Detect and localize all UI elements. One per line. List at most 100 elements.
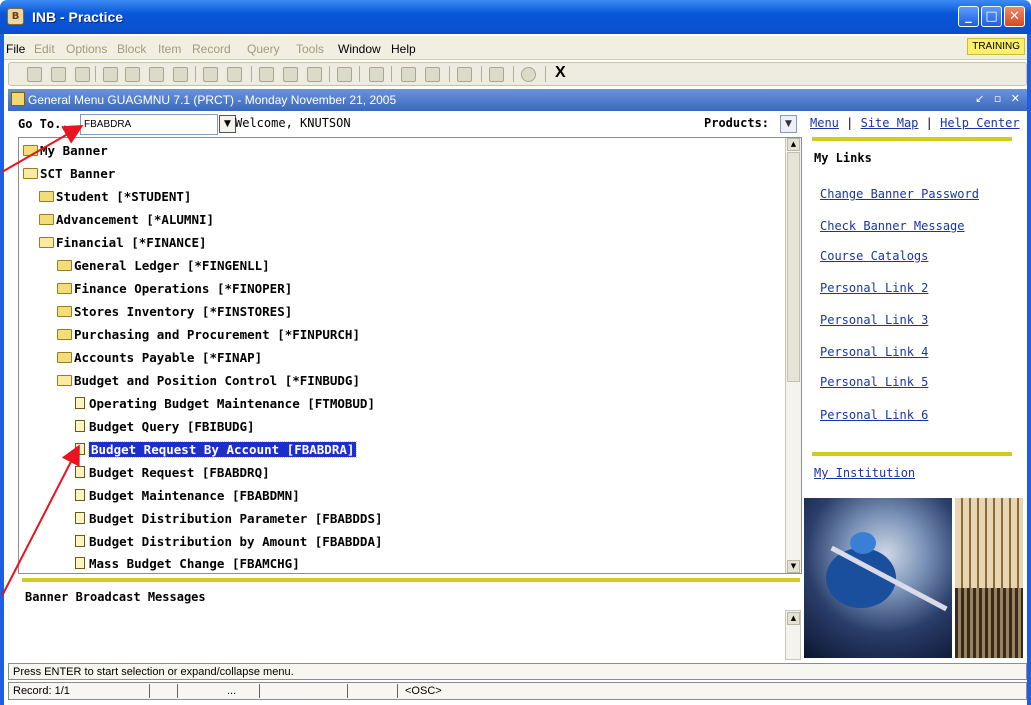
scroll-up-icon[interactable]: ▲ xyxy=(787,138,800,151)
tree-node-budget-position[interactable]: Budget and Position Control [*FINBUDG] xyxy=(57,371,360,391)
tree-node-finance-operations[interactable]: Finance Operations [*FINOPER] xyxy=(57,279,292,299)
form-title-bar[interactable]: General Menu GUAGMNU 7.1 (PRCT) - Monday… xyxy=(8,89,1027,111)
goto-row: Go To... FBABDRA ▼ Welcome, KNUTSON Prod… xyxy=(18,113,802,137)
link-personal-4[interactable]: Personal Link 4 xyxy=(820,345,928,359)
execute-query-icon[interactable] xyxy=(283,67,298,82)
tree-node-label-selected: Budget Request By Account [FBABDRA] xyxy=(87,441,358,458)
tree-node-label: Budget Request [FBABDRQ] xyxy=(89,465,270,480)
maximize-button[interactable]: □ xyxy=(981,6,1002,27)
welcome-text: Welcome, KNUTSON xyxy=(235,116,351,130)
menu-file[interactable]: File xyxy=(6,42,25,56)
extract-icon[interactable] xyxy=(425,67,440,82)
window-frame-right xyxy=(1027,34,1031,705)
enter-query-icon[interactable] xyxy=(259,67,274,82)
close-button[interactable]: ✕ xyxy=(1004,6,1025,27)
tree-node-ftmobud[interactable]: Operating Budget Maintenance [FTMOBUD] xyxy=(75,394,375,414)
menu-link[interactable]: Menu xyxy=(810,116,839,130)
toolbar-separator xyxy=(449,66,450,82)
form-icon xyxy=(11,92,25,106)
scroll-down-icon[interactable]: ▼ xyxy=(787,560,800,573)
save-icon[interactable] xyxy=(27,67,42,82)
link-course-catalogs[interactable]: Course Catalogs xyxy=(820,249,928,263)
minimize-button[interactable]: _ xyxy=(958,6,979,27)
previous-block-icon[interactable] xyxy=(125,67,140,82)
link-personal-3[interactable]: Personal Link 3 xyxy=(820,313,928,327)
menu-tools[interactable]: Tools xyxy=(296,42,324,56)
link-change-password[interactable]: Change Banner Password xyxy=(820,187,979,201)
tree-node-label: SCT Banner xyxy=(40,166,116,181)
tree-node-label: Budget and Position Control [*FINBUDG] xyxy=(74,373,360,388)
toolbar-separator xyxy=(513,66,514,82)
rollback-icon[interactable] xyxy=(51,67,66,82)
next-record-icon[interactable] xyxy=(149,67,164,82)
tree-node-label: Financial [*FINANCE] xyxy=(56,235,207,250)
scroll-thumb[interactable] xyxy=(787,152,800,382)
link-personal-6[interactable]: Personal Link 6 xyxy=(820,408,928,422)
broadcast-scrollbar[interactable]: ▲ xyxy=(785,610,801,660)
back-icon[interactable] xyxy=(457,67,472,82)
kayaker-photo xyxy=(804,498,952,658)
tree-node-sct-banner[interactable]: SCT Banner xyxy=(23,164,115,184)
tree-scrollbar[interactable]: ▲ ▼ xyxy=(785,138,801,573)
tree-node-fbamchg[interactable]: Mass Budget Change [FBAMCHG] xyxy=(75,554,300,573)
menu-query[interactable]: Query xyxy=(247,42,280,56)
delete-record-icon[interactable] xyxy=(227,67,242,82)
status-message: Press ENTER to start selection or expand… xyxy=(8,663,1027,680)
menu-record[interactable]: Record xyxy=(192,42,231,56)
tree-node-fbabdda[interactable]: Budget Distribution by Amount [FBABDDA] xyxy=(75,532,383,552)
tree-node-advancement[interactable]: Advancement [*ALUMNI] xyxy=(39,210,214,230)
goto-dropdown-icon[interactable]: ▼ xyxy=(219,115,236,133)
link-check-message[interactable]: Check Banner Message xyxy=(820,219,965,233)
next-block-icon[interactable] xyxy=(103,67,118,82)
folder-open-icon xyxy=(39,237,54,248)
folder-open-icon xyxy=(23,168,38,179)
menu-options[interactable]: Options xyxy=(66,42,107,56)
toolbar-separator xyxy=(251,66,252,82)
tree-node-my-banner[interactable]: My Banner xyxy=(23,141,108,161)
goto-input[interactable]: FBABDRA xyxy=(80,114,218,135)
tree-node-financial[interactable]: Financial [*FINANCE] xyxy=(39,233,207,253)
menu-edit[interactable]: Edit xyxy=(34,42,55,56)
folder-icon xyxy=(23,145,38,156)
calendar-icon[interactable] xyxy=(369,67,384,82)
tree-node-stores-inventory[interactable]: Stores Inventory [*FINSTORES] xyxy=(57,302,292,322)
print-icon[interactable] xyxy=(75,67,90,82)
link-personal-2[interactable]: Personal Link 2 xyxy=(820,281,928,295)
tree-node-fbibudg[interactable]: Budget Query [FBIBUDG] xyxy=(75,417,255,437)
menu-block[interactable]: Block xyxy=(117,42,146,56)
previous-record-icon[interactable] xyxy=(173,67,188,82)
title-bar[interactable]: B INB - Practice _ □ ✕ xyxy=(0,0,1031,34)
help-center-link[interactable]: Help Center xyxy=(940,116,1019,130)
scroll-up-icon[interactable]: ▲ xyxy=(787,612,800,625)
notes-icon[interactable] xyxy=(337,67,352,82)
products-dropdown-icon[interactable]: ▼ xyxy=(780,115,797,133)
menu-item[interactable]: Item xyxy=(158,42,181,56)
tree-node-fbabdrq[interactable]: Budget Request [FBABDRQ] xyxy=(75,463,270,483)
form-window-controls[interactable]: ↙ ▫ ✕ xyxy=(975,92,1023,105)
insert-record-icon[interactable] xyxy=(203,67,218,82)
toolbar-separator xyxy=(391,66,392,82)
my-institution-link[interactable]: My Institution xyxy=(814,466,915,480)
tree-node-purchasing[interactable]: Purchasing and Procurement [*FINPURCH] xyxy=(57,325,360,345)
help-icon[interactable] xyxy=(521,67,536,82)
tree-node-fbabdmn[interactable]: Budget Maintenance [FBABDMN] xyxy=(75,486,300,506)
site-map-link[interactable]: Site Map xyxy=(861,116,919,130)
tree-node-label: Operating Budget Maintenance [FTMOBUD] xyxy=(89,396,375,411)
cancel-query-icon[interactable] xyxy=(307,67,322,82)
form-document-icon xyxy=(75,557,85,569)
options-icon[interactable] xyxy=(401,67,416,82)
online-help-icon[interactable] xyxy=(489,67,504,82)
building-photo xyxy=(955,498,1023,658)
menu-help[interactable]: Help xyxy=(391,42,416,56)
folder-icon xyxy=(57,306,72,317)
tree-node-general-ledger[interactable]: General Ledger [*FINGENLL] xyxy=(57,256,270,276)
tree-node-fbabdds[interactable]: Budget Distribution Parameter [FBABDDS] xyxy=(75,509,383,529)
tree-node-accounts-payable[interactable]: Accounts Payable [*FINAP] xyxy=(57,348,262,368)
tree-node-student[interactable]: Student [*STUDENT] xyxy=(39,187,191,207)
banner-app-icon: B xyxy=(7,8,24,25)
menu-window[interactable]: Window xyxy=(338,42,381,56)
link-personal-5[interactable]: Personal Link 5 xyxy=(820,375,928,389)
folder-icon xyxy=(57,352,72,363)
exit-button[interactable]: X xyxy=(555,64,570,81)
tree-node-fbabdra[interactable]: Budget Request By Account [FBABDRA] xyxy=(75,440,358,460)
